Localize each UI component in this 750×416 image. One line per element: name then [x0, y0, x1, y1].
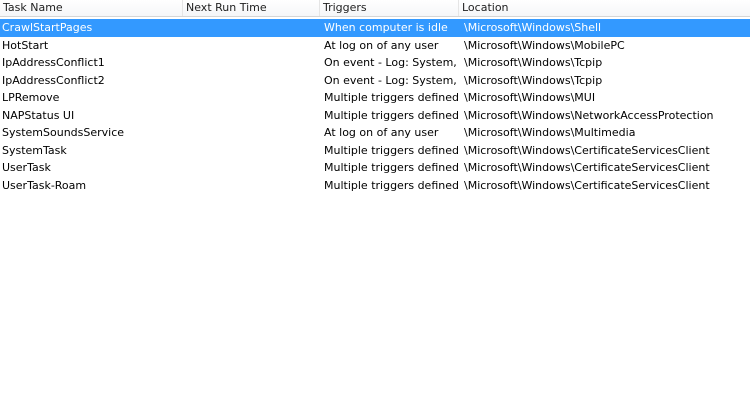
triggers-cell: Multiple triggers defined	[324, 143, 459, 157]
column-header-bar: Task Name Next Run Time Triggers Locatio…	[0, 0, 750, 17]
task-name-cell: UserTask-Roam	[2, 178, 87, 192]
location-cell: \Microsoft\Windows\Shell	[464, 21, 602, 34]
location-cell: \Microsoft\Windows\MUI	[464, 91, 596, 104]
task-list: Task Name Next Run Time Triggers Locatio…	[0, 0, 750, 416]
task-name-cell: SystemSoundsService	[2, 126, 125, 139]
next-run-time-cell	[183, 124, 320, 142]
location-cell: \Microsoft\Windows\Multimedia	[464, 126, 636, 139]
column-header-next-run-time[interactable]: Next Run Time	[183, 0, 320, 16]
task-name-cell: NAPStatus UI	[2, 108, 75, 122]
next-run-time-cell	[183, 177, 320, 195]
triggers-cell: On event - Log: System, ...	[324, 73, 459, 87]
location-cell: \Microsoft\Windows\Tcpip	[464, 73, 603, 87]
triggers-cell: When computer is idle	[324, 21, 448, 34]
table-row[interactable]: SystemTask Multiple triggers defined \Mi…	[0, 142, 750, 160]
triggers-cell: Multiple triggers defined	[324, 161, 459, 174]
column-header-location[interactable]: Location	[459, 0, 750, 16]
task-name-cell: IpAddressConflict2	[2, 73, 105, 87]
table-row[interactable]: UserTask Multiple triggers defined \Micr…	[0, 159, 750, 177]
next-run-time-cell	[183, 54, 320, 72]
triggers-cell: On event - Log: System, ...	[324, 56, 459, 69]
location-cell: \Microsoft\Windows\CertificateServicesCl…	[464, 178, 710, 192]
task-name-cell: SystemTask	[2, 143, 67, 157]
next-run-time-cell	[183, 89, 320, 107]
location-cell: \Microsoft\Windows\MobilePC	[464, 38, 625, 52]
triggers-cell: At log on of any user	[324, 38, 439, 52]
task-name-cell: IpAddressConflict1	[2, 56, 105, 69]
location-cell: \Microsoft\Windows\NetworkAccessProtecti…	[464, 108, 714, 122]
next-run-time-cell	[183, 37, 320, 55]
table-row[interactable]: NAPStatus UI Multiple triggers defined \…	[0, 107, 750, 125]
column-header-task-name[interactable]: Task Name	[0, 0, 183, 16]
triggers-cell: Multiple triggers defined	[324, 108, 459, 122]
task-rows: CrawlStartPages When computer is idle \M…	[0, 19, 750, 194]
table-row[interactable]: IpAddressConflict2 On event - Log: Syste…	[0, 72, 750, 90]
table-row[interactable]: CrawlStartPages When computer is idle \M…	[0, 19, 750, 37]
triggers-cell: At log on of any user	[324, 126, 439, 139]
next-run-time-cell	[183, 107, 320, 125]
location-cell: \Microsoft\Windows\CertificateServicesCl…	[464, 143, 710, 157]
next-run-time-cell	[183, 159, 320, 177]
triggers-cell: Multiple triggers defined	[324, 178, 459, 192]
table-row[interactable]: UserTask-Roam Multiple triggers defined …	[0, 177, 750, 195]
next-run-time-cell	[183, 19, 320, 37]
next-run-time-cell	[183, 72, 320, 90]
table-row[interactable]: LPRemove Multiple triggers defined \Micr…	[0, 89, 750, 107]
task-name-cell: CrawlStartPages	[2, 21, 93, 34]
location-cell: \Microsoft\Windows\Tcpip	[464, 56, 603, 69]
task-name-cell: LPRemove	[2, 91, 60, 104]
next-run-time-cell	[183, 142, 320, 160]
table-row[interactable]: HotStart At log on of any user \Microsof…	[0, 37, 750, 55]
location-cell: \Microsoft\Windows\CertificateServicesCl…	[464, 161, 710, 174]
table-row[interactable]: SystemSoundsService At log on of any use…	[0, 124, 750, 142]
triggers-cell: Multiple triggers defined	[324, 91, 459, 104]
task-name-cell: HotStart	[2, 38, 49, 52]
task-name-cell: UserTask	[2, 161, 51, 174]
column-header-triggers[interactable]: Triggers	[320, 0, 459, 16]
table-row[interactable]: IpAddressConflict1 On event - Log: Syste…	[0, 54, 750, 72]
